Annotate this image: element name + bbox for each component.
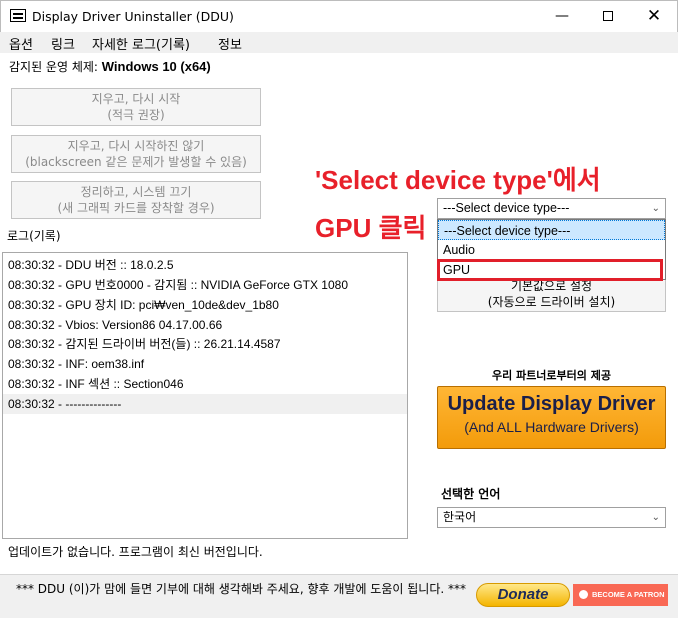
clean-and-restart-button[interactable]: 지우고, 다시 시작 (적극 권장)	[11, 88, 261, 126]
language-select[interactable]: 한국어 ⌄	[437, 507, 666, 528]
log-list[interactable]: 08:30:32 - DDU 버전 :: 18.0.2.5 08:30:32 -…	[2, 252, 408, 539]
clean-no-restart-note: (blackscreen 같은 문제가 발생할 수 있음)	[25, 155, 247, 169]
clean-and-restart-note: (적극 권장)	[107, 108, 165, 122]
log-line-selected: 08:30:32 - --------------	[3, 394, 407, 414]
log-line: 08:30:32 - INF 섹션 :: Section046	[8, 377, 184, 391]
update-driver-title: Update Display Driver	[447, 393, 656, 415]
menu-detailed-log[interactable]: 자세한 로그(기록)	[92, 34, 190, 53]
log-line: 08:30:32 - 감지된 드라이버 버전(들) :: 26.21.14.45…	[8, 337, 281, 351]
update-status: 업데이트가 없습니다. 프로그램이 최신 버전입니다.	[8, 545, 263, 559]
log-label: 로그(기록)	[7, 229, 61, 243]
log-line: 08:30:32 - GPU 장치 ID: pci₩ven_10de&dev_1…	[8, 298, 279, 312]
close-button[interactable]: ✕	[631, 1, 677, 32]
clean-and-restart-label: 지우고, 다시 시작	[91, 92, 181, 106]
chevron-down-icon: ⌄	[651, 203, 660, 214]
donate-button[interactable]: Donate	[476, 583, 570, 607]
detected-os: 감지된 운영 체제: Windows 10 (x64)	[9, 58, 211, 75]
patreon-icon	[579, 590, 588, 599]
menu-info[interactable]: 정보	[218, 34, 242, 53]
ddu-app-icon	[10, 9, 26, 22]
annotation-line-1: 'Select device type'에서	[315, 165, 601, 195]
device-type-select[interactable]: ---Select device type--- ⌄	[437, 198, 666, 219]
device-option-select[interactable]: ---Select device type---	[438, 220, 665, 240]
clean-no-restart-label: 지우고, 다시 시작하진 않기	[67, 139, 205, 153]
update-driver-subtitle: (And ALL Hardware Drivers)	[464, 419, 639, 435]
detected-os-label: 감지된 운영 체제:	[9, 60, 98, 74]
language-label: 선택한 언어	[441, 487, 501, 501]
update-display-driver-button[interactable]: Update Display Driver (And ALL Hardware …	[437, 386, 666, 449]
menu-links[interactable]: 링크	[51, 34, 75, 53]
language-value: 한국어	[443, 510, 477, 524]
maximize-button[interactable]	[585, 1, 631, 32]
clean-and-shutdown-note: (새 그래픽 카드를 장착할 경우)	[57, 201, 215, 215]
annotation-line-2: GPU 클릭	[315, 213, 427, 243]
log-line: 08:30:32 - GPU 번호0000 - 감지됨 :: NVIDIA Ge…	[8, 278, 349, 292]
partner-label: 우리 파트너로부터의 제공	[492, 369, 611, 382]
footer: *** DDU (이)가 맘에 들면 기부에 대해 생각해봐 주세요, 향후 개…	[0, 574, 678, 618]
chevron-down-icon: ⌄	[651, 512, 660, 523]
detected-os-value: Windows 10 (x64)	[101, 59, 211, 74]
set-defaults-note: (자동으로 드라이버 설치)	[487, 295, 616, 309]
clean-no-restart-button[interactable]: 지우고, 다시 시작하진 않기 (blackscreen 같은 문제가 발생할 …	[11, 135, 261, 173]
window-title: Display Driver Uninstaller (DDU)	[32, 9, 234, 24]
log-line: 08:30:32 - INF: oem38.inf	[8, 357, 145, 371]
minimize-button[interactable]: —	[539, 1, 585, 32]
maximize-icon	[603, 11, 613, 21]
clean-and-shutdown-button[interactable]: 정리하고, 시스템 끄기 (새 그래픽 카드를 장착할 경우)	[11, 181, 261, 219]
become-patron-label: BECOME A PATRON	[592, 590, 665, 599]
become-patron-button[interactable]: BECOME A PATRON	[573, 584, 668, 606]
gpu-highlight-box	[437, 259, 663, 281]
title-bar: Display Driver Uninstaller (DDU) — ✕	[0, 0, 678, 32]
log-line: 08:30:32 - DDU 버전 :: 18.0.2.5	[8, 258, 174, 272]
device-option-audio[interactable]: Audio	[438, 240, 665, 260]
menu-options[interactable]: 옵션	[9, 34, 33, 53]
donation-message: *** DDU (이)가 맘에 들면 기부에 대해 생각해봐 주세요, 향후 개…	[15, 582, 466, 596]
menu-bar: 옵션 링크 자세한 로그(기록) 정보	[0, 32, 678, 53]
log-line: 08:30:32 - Vbios: Version86 04.17.00.66	[8, 318, 223, 332]
clean-and-shutdown-label: 정리하고, 시스템 끄기	[80, 185, 192, 199]
device-type-value: ---Select device type---	[443, 201, 570, 215]
